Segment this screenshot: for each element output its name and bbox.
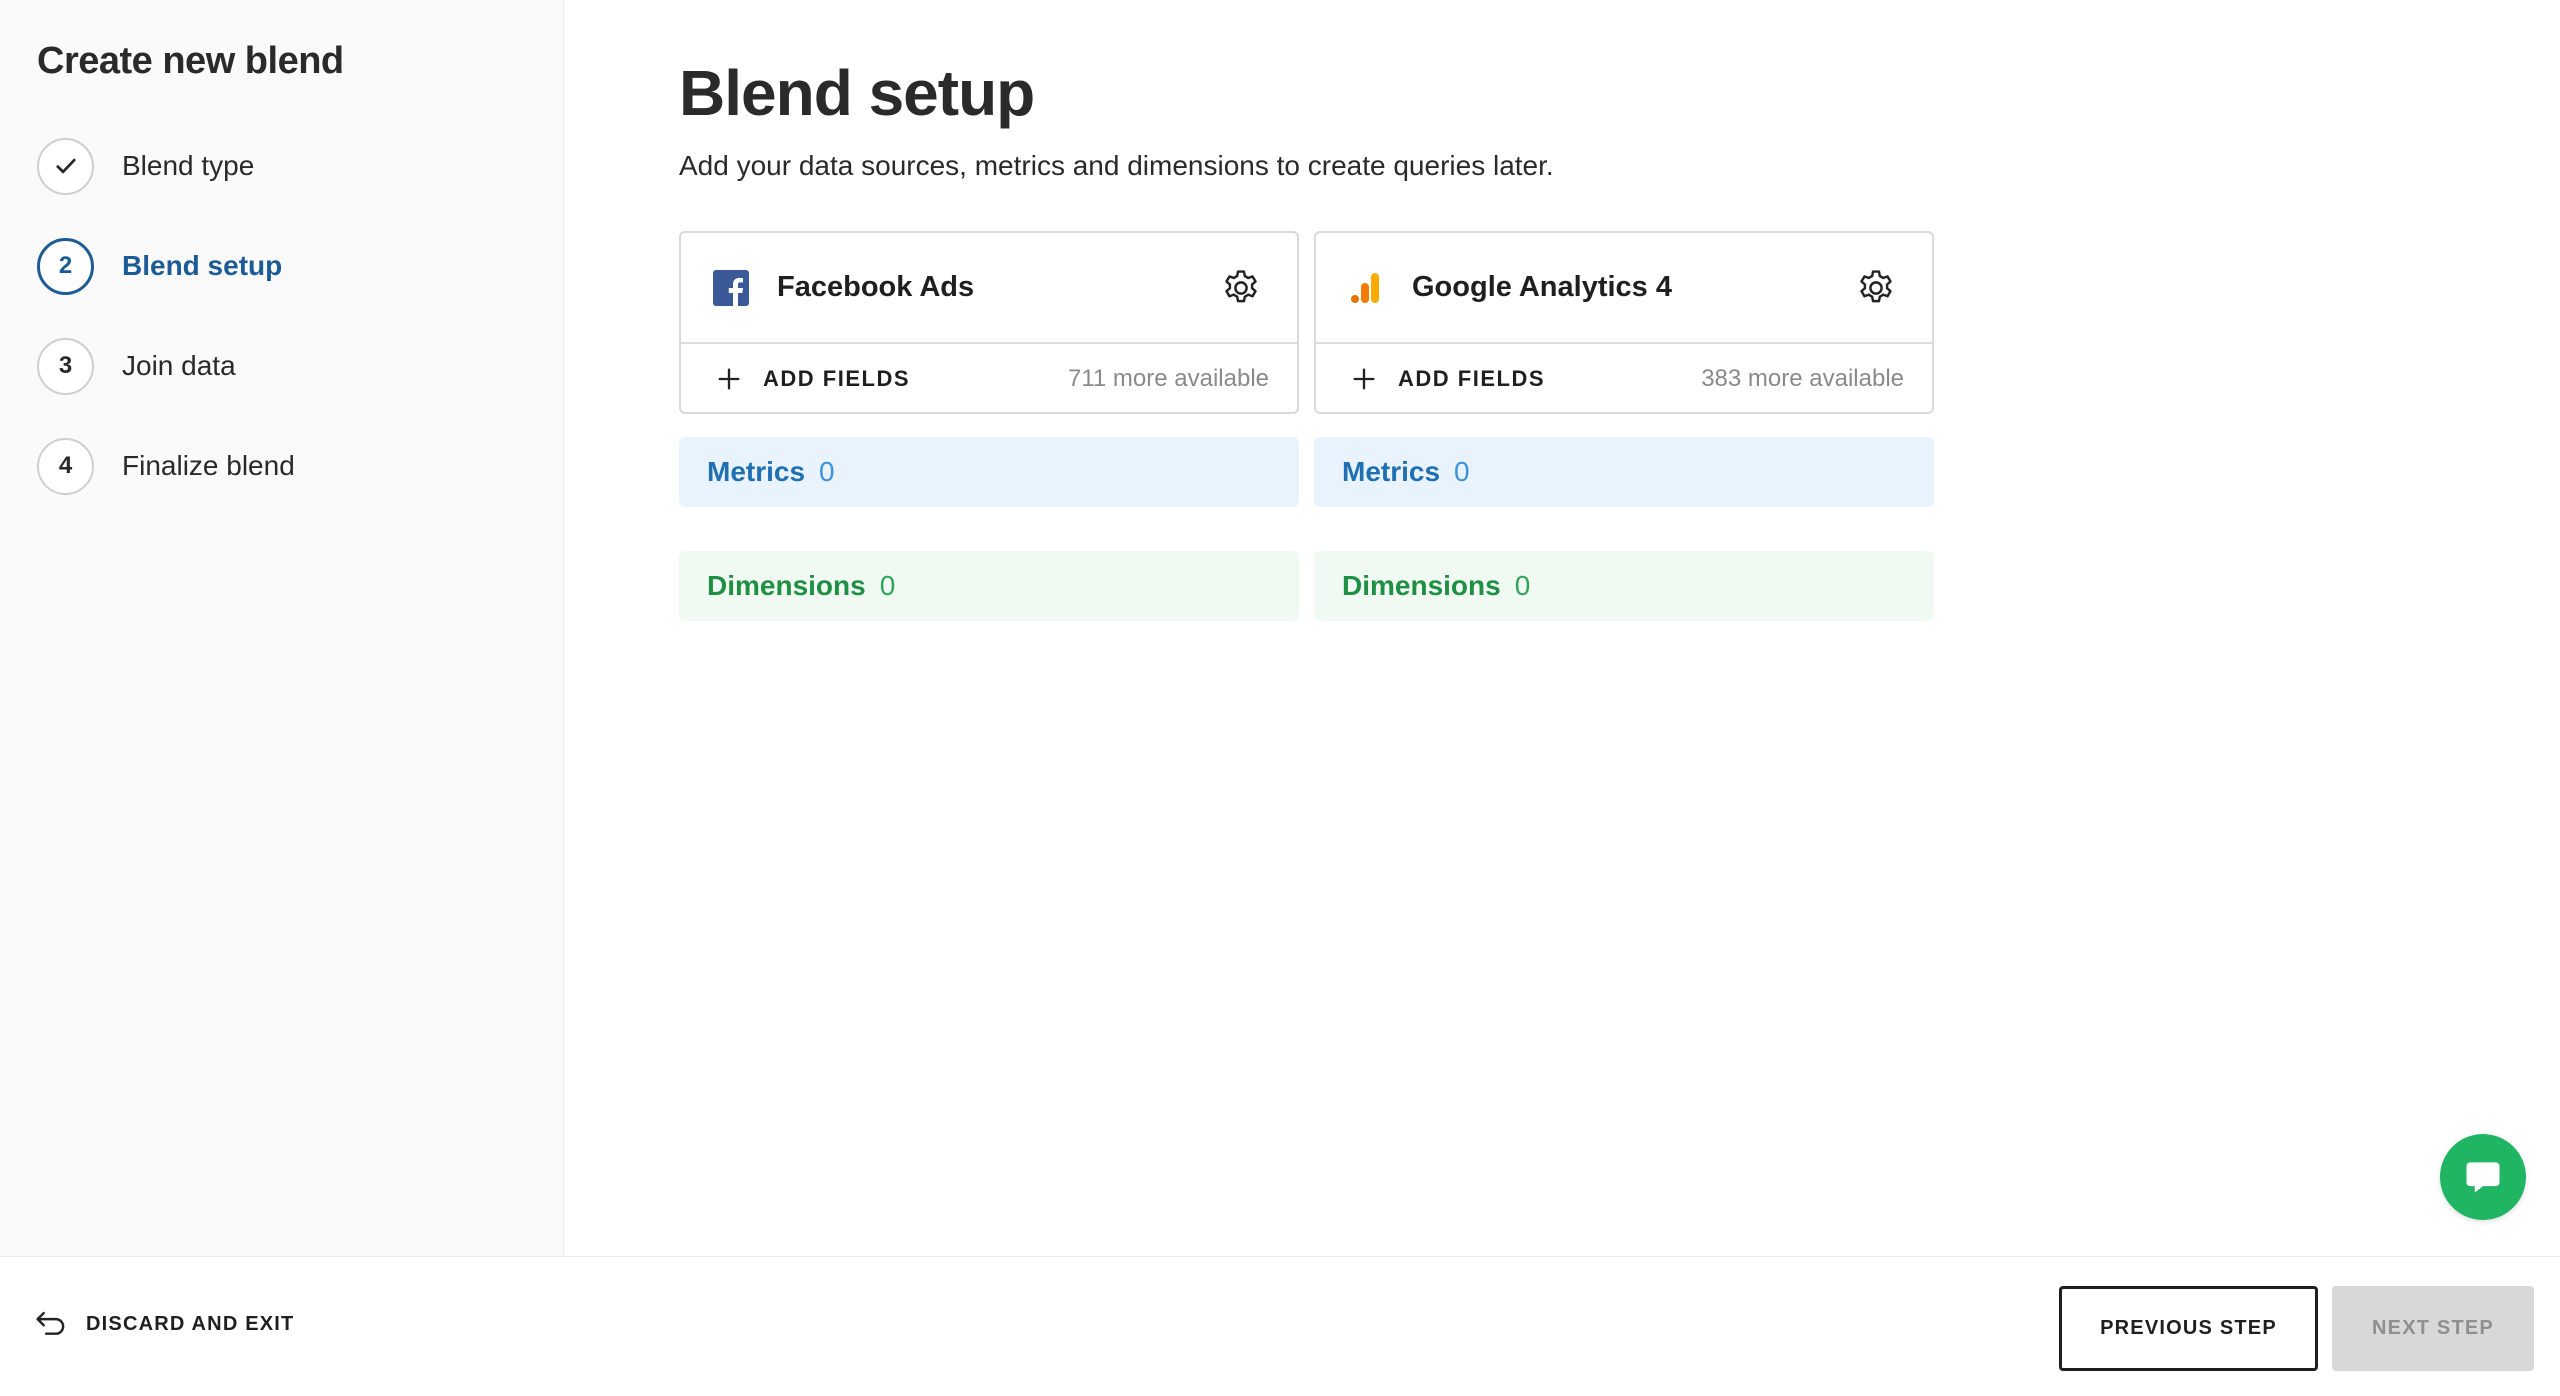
step-label: Blend type [122,150,255,181]
source-card-header: Facebook Ads [681,233,1297,344]
source-card: Facebook Ads ADD FIELDS 711 more availab… [679,231,1299,414]
dimensions-count: 0 [879,570,896,601]
metrics-section[interactable]: Metrics 0 [679,437,1299,507]
page-title: Blend setup [679,57,1035,129]
previous-step-button[interactable]: PREVIOUS STEP [2059,1286,2318,1371]
metrics-section[interactable]: Metrics 0 [1314,437,1934,507]
add-fields-label: ADD FIELDS [1398,366,1545,391]
dimensions-label: Dimensions [707,570,866,601]
fields-available-count: 383 more available [1701,365,1904,392]
fields-available-count: 711 more available [1067,365,1269,392]
step-finalize-blend[interactable]: 4 Finalize blend [37,437,295,495]
dimensions-section[interactable]: Dimensions 0 [1314,551,1934,621]
chat-support-button[interactable] [2440,1134,2526,1220]
step-label: Blend setup [122,250,283,281]
next-step-button[interactable]: NEXT STEP [2332,1286,2534,1371]
step-blend-type[interactable]: Blend type [37,137,295,195]
add-fields-button[interactable]: ADD FIELDS [715,365,910,393]
step-label: Finalize blend [122,450,295,481]
add-fields-button[interactable]: ADD FIELDS [1350,365,1545,393]
sidebar-title: Create new blend [37,40,344,82]
chat-bubble-icon [2466,1162,2500,1193]
wizard-sidebar: Create new blend Blend type 2 Blend setu… [0,0,564,1256]
source-settings-button[interactable] [1219,266,1263,310]
step-status-circle [37,137,94,195]
dimensions-count: 0 [1514,570,1531,601]
metrics-label: Metrics [1342,456,1441,487]
wizard-footer: DISCARD AND EXIT PREVIOUS STEP NEXT STEP [0,1256,2560,1396]
discard-label: DISCARD AND EXIT [86,1312,295,1335]
blend-wizard: Create new blend Blend type 2 Blend setu… [0,0,2560,1396]
metrics-label: Metrics [707,456,806,487]
data-source-facebook-ads: Facebook Ads ADD FIELDS 711 more availab… [679,231,1299,621]
google-analytics-logo-icon [1351,272,1379,303]
dimensions-label: Dimensions [1342,570,1501,601]
step-number: 3 [37,337,94,395]
source-card-footer: ADD FIELDS 711 more available [681,344,1297,412]
plus-icon [718,368,740,390]
gear-icon [1860,269,1892,302]
step-blend-setup[interactable]: 2 Blend setup [37,237,295,295]
facebook-logo-icon [713,269,749,306]
step-list: Blend type 2 Blend setup 3 Join data 4 F… [37,137,295,537]
metrics-count: 0 [819,456,835,487]
discard-and-exit-button[interactable]: DISCARD AND EXIT [34,1309,294,1339]
source-name: Google Analytics 4 [1412,271,1672,303]
add-fields-label: ADD FIELDS [763,366,910,391]
gear-icon [1225,269,1257,302]
data-source-google-analytics-4: Google Analytics 4 ADD FIELDS 383 more a… [1314,231,1934,621]
checkmark-icon [55,158,76,174]
source-name: Facebook Ads [777,271,975,303]
step-label: Join data [122,350,236,381]
plus-icon [1353,368,1375,390]
undo-arrow-icon [36,1311,65,1335]
step-number: 4 [37,437,94,495]
page-subtitle: Add your data sources, metrics and dimen… [679,150,1554,181]
step-join-data[interactable]: 3 Join data [37,337,295,395]
step-number: 2 [37,237,94,295]
metrics-count: 0 [1454,456,1470,487]
source-card-footer: ADD FIELDS 383 more available [1316,344,1932,412]
dimensions-section[interactable]: Dimensions 0 [679,551,1299,621]
source-card-header: Google Analytics 4 [1316,233,1932,344]
blend-setup-panel: Blend setup Add your data sources, metri… [565,0,2560,1256]
source-card: Google Analytics 4 ADD FIELDS 383 more a… [1314,231,1934,414]
source-settings-button[interactable] [1854,266,1898,310]
